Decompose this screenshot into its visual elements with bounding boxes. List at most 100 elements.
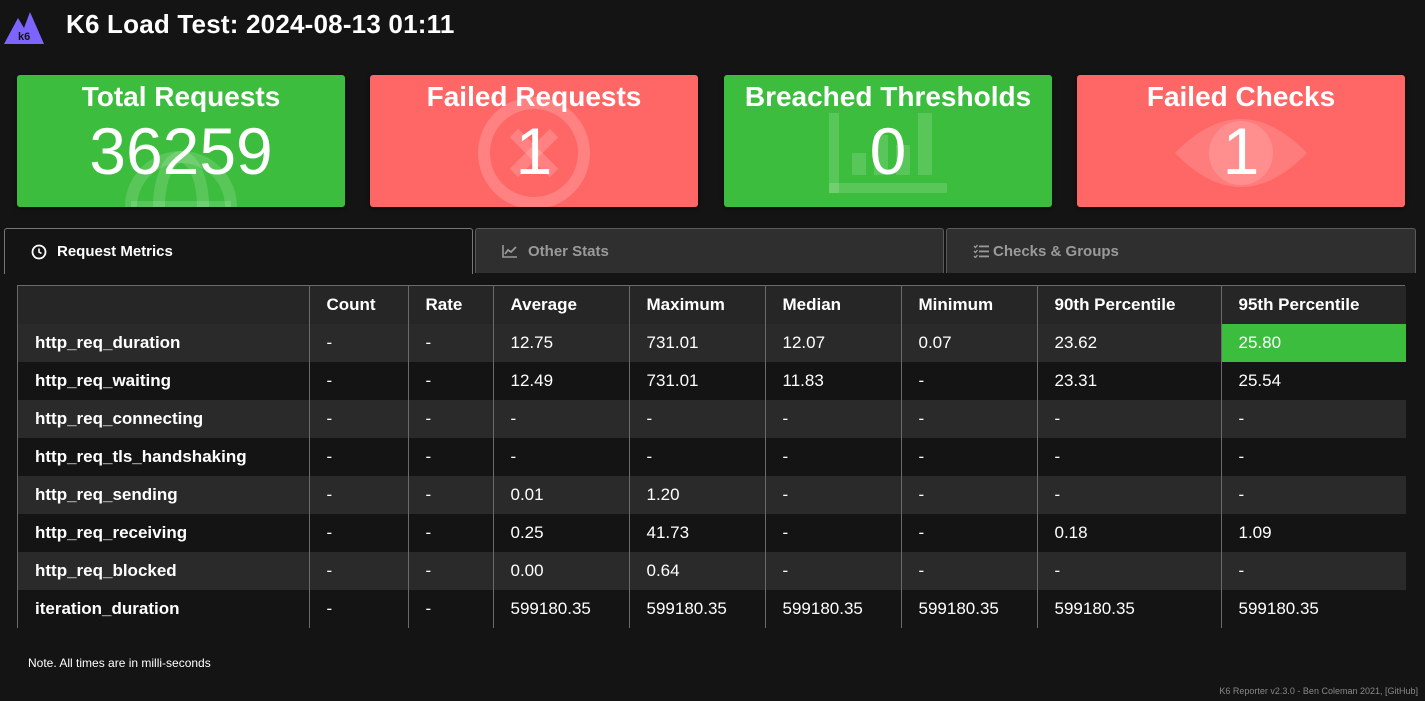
metric-value: -	[308, 324, 408, 362]
metric-value: -	[308, 514, 408, 552]
column-header: Average	[492, 286, 629, 324]
column-header: Maximum	[628, 286, 765, 324]
metric-value: 0.01	[492, 476, 629, 514]
table-row: http_req_blocked - -0.00 0.64- - - -	[18, 552, 1406, 590]
metric-value: -	[407, 590, 493, 628]
metric-value: 12.49	[492, 362, 629, 400]
request-metrics-table: Count Rate Average Maximum Median Minimum 90th…	[17, 285, 1406, 628]
metric-name: http_req_connecting	[18, 400, 309, 438]
clock-icon	[31, 244, 47, 260]
table-row: http_req_receiving - -0.25 41.73- -0.18 1.09	[18, 514, 1406, 552]
metric-value: 1.09	[1220, 514, 1406, 552]
metric-value: -	[764, 476, 901, 514]
metric-value: -	[764, 552, 901, 590]
column-header: Count	[308, 286, 408, 324]
metric-value: 41.73	[628, 514, 765, 552]
page-title: K6 Load Test: 2024-08-13 01:11	[66, 9, 455, 39]
metric-value: -	[900, 400, 1037, 438]
metric-value: -	[900, 514, 1037, 552]
metric-value: 599180.35	[764, 590, 901, 628]
card-value: 0	[869, 114, 907, 188]
metric-value: -	[764, 514, 901, 552]
metric-value: 23.62	[1036, 324, 1221, 362]
table-row: iteration_duration - -599180.35 599180.35 59…	[18, 590, 1406, 628]
metric-value: -	[308, 552, 408, 590]
metric-value: -	[1036, 438, 1221, 476]
table-row: http_req_duration - -12.75 731.01 12.07 0.07 2…	[18, 324, 1406, 362]
metric-value: -	[308, 362, 408, 400]
table-row: http_req_waiting - -12.49 731.01 11.83-23.31…	[18, 362, 1406, 400]
metric-value: -	[900, 362, 1037, 400]
footer-credits[interactable]: K6 Reporter v2.3.0 - Ben Coleman 2021, […	[1219, 686, 1418, 696]
card-title: Total Requests	[81, 81, 281, 112]
card-total-requests: Total Requests 36259	[17, 75, 345, 207]
metric-value: -	[1220, 400, 1406, 438]
column-header: 90th Percentile	[1036, 286, 1221, 324]
tab-request-metrics[interactable]: Request Metrics	[4, 228, 473, 274]
metric-name: iteration_duration	[18, 590, 309, 628]
header: k6 K6 Load Test: 2024-08-13 01:11	[0, 0, 1425, 50]
card-title: Failed Checks	[1146, 81, 1336, 112]
metric-value: -	[900, 552, 1037, 590]
card-failed-checks: Failed Checks 1	[1077, 75, 1405, 207]
table-row: http_req_sending - -0.01 1.20- - - -	[18, 476, 1406, 514]
metric-value: -	[900, 476, 1037, 514]
tab-bar: Request Metrics Other Stats Checks & Gro…	[4, 228, 1416, 274]
metric-value: 599180.35	[1220, 590, 1406, 628]
metric-value: 12.75	[492, 324, 629, 362]
tab-checks-groups[interactable]: Checks & Groups	[946, 228, 1416, 273]
metric-value: 599180.35	[492, 590, 629, 628]
metric-value: 12.07	[764, 324, 901, 362]
metric-value: -	[1220, 438, 1406, 476]
metric-value: -	[764, 438, 901, 476]
metric-value: -	[1220, 476, 1406, 514]
column-header: 95th Percentile	[1220, 286, 1406, 324]
metric-value: -	[308, 438, 408, 476]
metric-value: -	[308, 476, 408, 514]
metric-value: -	[407, 552, 493, 590]
metric-value: -	[308, 590, 408, 628]
metric-value: -	[492, 438, 629, 476]
line-chart-icon	[502, 244, 518, 258]
metric-value: 1.20	[628, 476, 765, 514]
metric-value: -	[407, 362, 493, 400]
metric-name: http_req_waiting	[18, 362, 309, 400]
metric-name: http_req_tls_handshaking	[18, 438, 309, 476]
metric-value: 23.31	[1036, 362, 1221, 400]
table-row: http_req_tls_handshaking - - - - - - - -	[18, 438, 1406, 476]
metric-value: -	[1036, 476, 1221, 514]
metric-value: 25.54	[1220, 362, 1406, 400]
metric-value: 0.18	[1036, 514, 1221, 552]
metric-name: http_req_blocked	[18, 552, 309, 590]
column-header: Median	[764, 286, 901, 324]
metric-value: 11.83	[764, 362, 901, 400]
table-row: http_req_connecting - - - - - - - -	[18, 400, 1406, 438]
tab-label: Other Stats	[528, 242, 609, 260]
metric-value: -	[492, 400, 629, 438]
table-body: http_req_duration - -12.75 731.01 12.07 0.07 2…	[18, 324, 1406, 628]
metric-value: -	[1220, 552, 1406, 590]
metric-value: 731.01	[628, 362, 765, 400]
metric-value: -	[407, 400, 493, 438]
metric-name: http_req_sending	[18, 476, 309, 514]
units-note: Note. All times are in milli-seconds	[28, 656, 211, 670]
metric-value: -	[407, 324, 493, 362]
metric-value: -	[407, 476, 493, 514]
metric-value: 599180.35	[900, 590, 1037, 628]
column-header: Rate	[407, 286, 493, 324]
table-header-row: Count Rate Average Maximum Median Minimum 90th…	[18, 286, 1406, 324]
tab-other-stats[interactable]: Other Stats	[475, 228, 944, 273]
metric-value: -	[764, 400, 901, 438]
metric-value: -	[1036, 552, 1221, 590]
k6-logo: k6	[4, 12, 44, 44]
card-breached-thresholds: Breached Thresholds 0	[724, 75, 1052, 207]
column-header: Minimum	[900, 286, 1037, 324]
card-value: 1	[515, 114, 553, 188]
metric-value: 25.80	[1220, 324, 1406, 362]
metric-value: 0.25	[492, 514, 629, 552]
metric-value: 0.00	[492, 552, 629, 590]
metric-value: -	[1036, 400, 1221, 438]
metric-value: -	[407, 438, 493, 476]
metric-value: -	[628, 400, 765, 438]
card-value: 36259	[89, 114, 273, 188]
